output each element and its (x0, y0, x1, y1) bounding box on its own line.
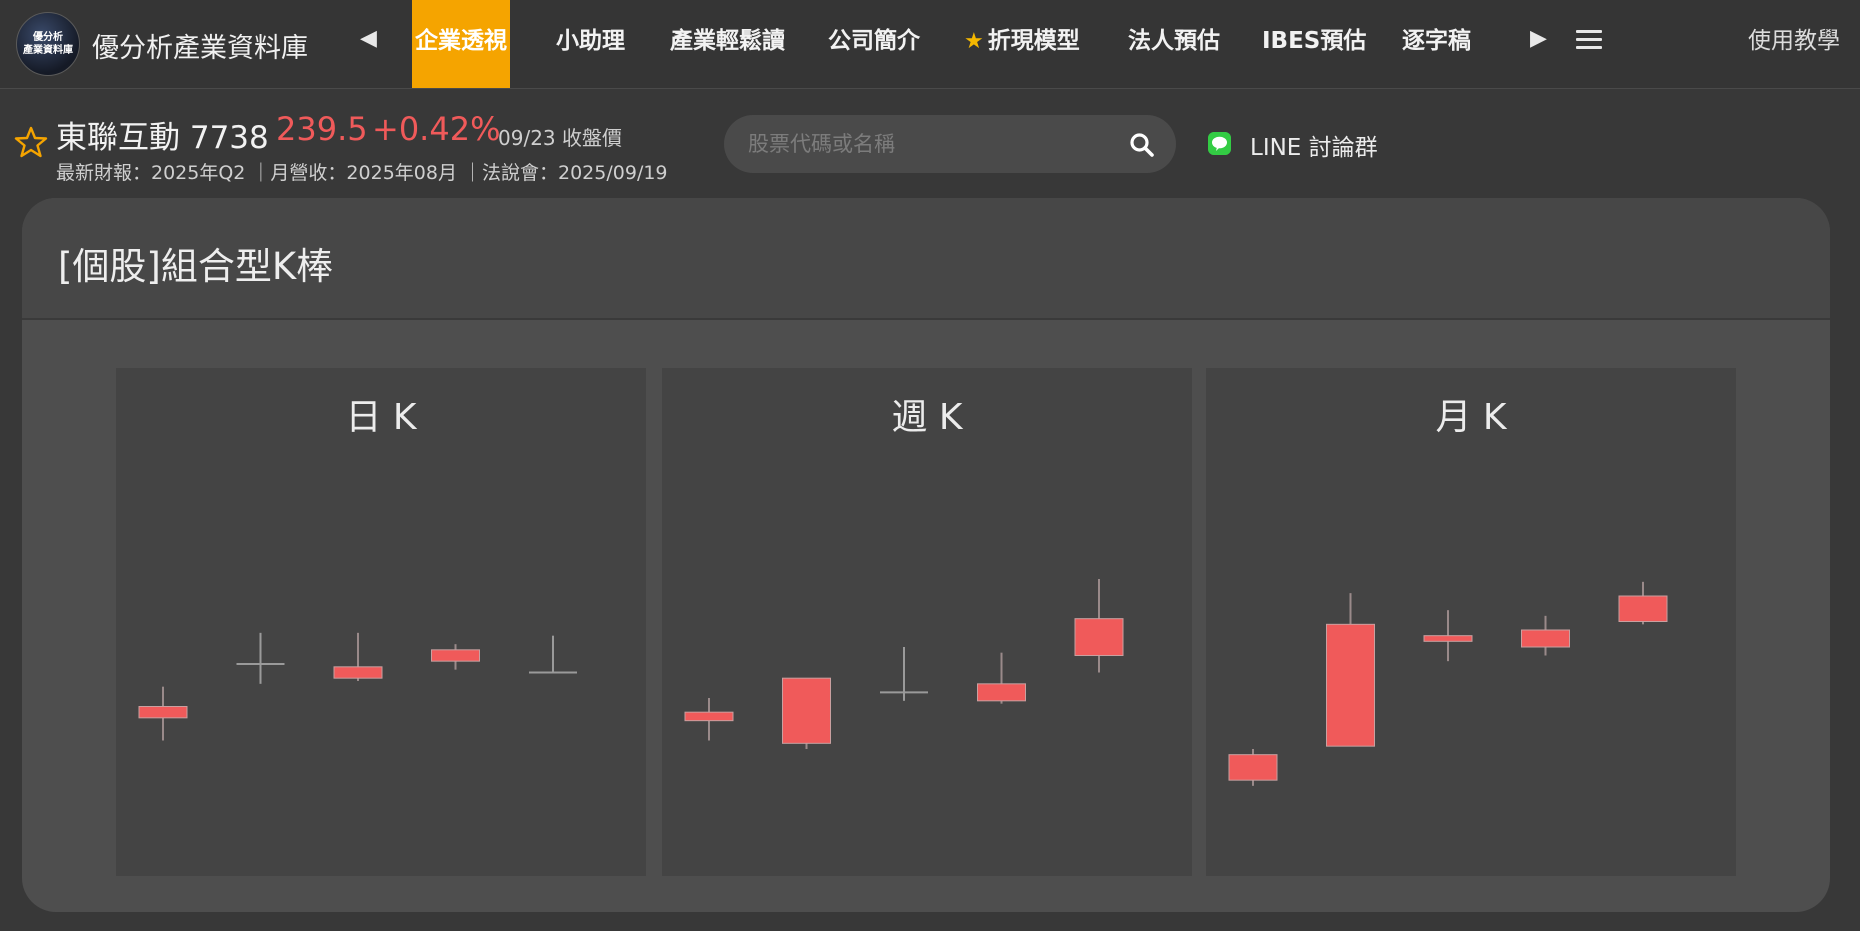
nav-item-label: 逐字稿 (1402, 28, 1471, 54)
line-app-icon[interactable] (1208, 132, 1231, 155)
nav-item-label: 公司簡介 (828, 28, 920, 54)
chart-title: 週 K (891, 397, 963, 438)
candlestick (333, 632, 383, 681)
candlestick (1423, 610, 1473, 662)
candlestick (684, 698, 734, 741)
nav-item-institutional-forecast[interactable]: 法人預估 (1128, 0, 1220, 88)
candlestick (1228, 749, 1278, 786)
weekly-k-chart-svg (684, 579, 1124, 749)
nav-item-assistant[interactable]: 小助理 (556, 0, 625, 88)
candlestick (1074, 579, 1124, 673)
stock-report-meta: 最新財報：2025年Q2 ｜月營收：2025年08月 ｜法說會：2025/09/… (56, 162, 668, 184)
stock-search-box (724, 115, 1176, 173)
nav-item-label: 產業輕鬆讀 (670, 28, 785, 54)
candle-body (977, 683, 1026, 702)
panel-header: [個股]組合型K棒 (22, 198, 1830, 320)
candle-body (684, 711, 734, 722)
search-icon[interactable] (1128, 131, 1156, 159)
candle-body (1618, 595, 1668, 622)
candle-body (1228, 754, 1278, 781)
candle-body (782, 677, 831, 744)
stock-name-code: 東聯互動 7738 (56, 120, 269, 156)
nav-scroll-right-icon[interactable]: ▶ (1530, 26, 1547, 51)
candlestick (977, 652, 1026, 704)
help-tutorial-link[interactable]: 使用教學 (1748, 0, 1840, 88)
candlestick (138, 686, 188, 741)
candlestick (782, 677, 831, 749)
candlestick (1326, 593, 1375, 747)
nav-item-label: 企業透視 (415, 28, 507, 54)
logo-text: 優分析 產業資料庫 (17, 31, 79, 57)
app-logo[interactable]: 優分析 產業資料庫 (16, 12, 80, 76)
hamburger-menu-icon[interactable] (1574, 27, 1604, 51)
weekly-k-chart: 週 K (662, 368, 1192, 876)
monthly-k-chart-svg (1228, 581, 1668, 786)
chart-title: 月 K (1435, 397, 1507, 438)
candle-body (1074, 618, 1124, 657)
app-title[interactable]: 優分析產業資料庫 (92, 26, 308, 65)
line-discussion-group-link[interactable]: LINE 討論群 (1250, 128, 1378, 162)
top-navigation-bar: 優分析 產業資料庫 優分析產業資料庫 ◀ 企業透視 小助理 產業輕鬆讀 公司簡介… (0, 0, 1860, 89)
star-icon: ★ (964, 29, 984, 54)
logo-text-line-1: 優分析 (33, 32, 63, 43)
candlestick (529, 635, 577, 674)
nav-item-label: 法人預估 (1128, 28, 1220, 54)
panel-title: [個股]組合型K棒 (58, 245, 334, 288)
candlestick (880, 647, 928, 701)
nav-item-enterprise-insight[interactable]: 企業透視 (412, 0, 510, 88)
favorite-star-icon[interactable] (14, 125, 48, 159)
nav-item-label: 小助理 (556, 28, 625, 54)
logo-text-line-2: 產業資料庫 (23, 45, 73, 56)
candlestick (236, 632, 285, 684)
chart-title: 日 K (345, 397, 417, 438)
stock-change-percent: +0.42% (372, 110, 501, 148)
candle-body (333, 666, 383, 679)
candlestick (1618, 581, 1668, 625)
candle-body (431, 649, 480, 662)
candlestick (1521, 615, 1570, 656)
menu-line (1576, 38, 1602, 41)
nav-item-company-profile[interactable]: 公司簡介 (828, 0, 920, 88)
nav-item-transcript[interactable]: 逐字稿 (1402, 0, 1471, 88)
nav-item-discount-model[interactable]: ★ 折現模型 (964, 0, 1080, 88)
nav-item-label: 折現模型 (987, 28, 1080, 54)
nav-item-industry-easy-read[interactable]: 產業輕鬆讀 (670, 0, 785, 88)
stock-close-date: 09/23 收盤價 (498, 126, 622, 150)
menu-line (1576, 30, 1602, 33)
stock-price: 239.5 (276, 110, 368, 148)
nav-item-ibes-forecast[interactable]: IBES預估 (1262, 0, 1366, 88)
candle-body (1521, 629, 1570, 648)
candle-body (1423, 635, 1473, 642)
daily-k-chart-svg (138, 632, 577, 741)
candle-body (138, 706, 188, 719)
monthly-k-chart: 月 K (1206, 368, 1736, 876)
nav-item-label: IBES預估 (1262, 28, 1367, 54)
candle-body (1326, 623, 1375, 747)
candlestick (431, 644, 480, 670)
nav-scroll-left-icon[interactable]: ◀ (360, 26, 377, 51)
stock-search-input[interactable] (748, 115, 1108, 173)
daily-k-chart: 日 K (116, 368, 646, 876)
menu-line (1576, 46, 1602, 49)
combined-candlestick-panel: [個股]組合型K棒 日 K 週 K 月 K (22, 198, 1830, 912)
